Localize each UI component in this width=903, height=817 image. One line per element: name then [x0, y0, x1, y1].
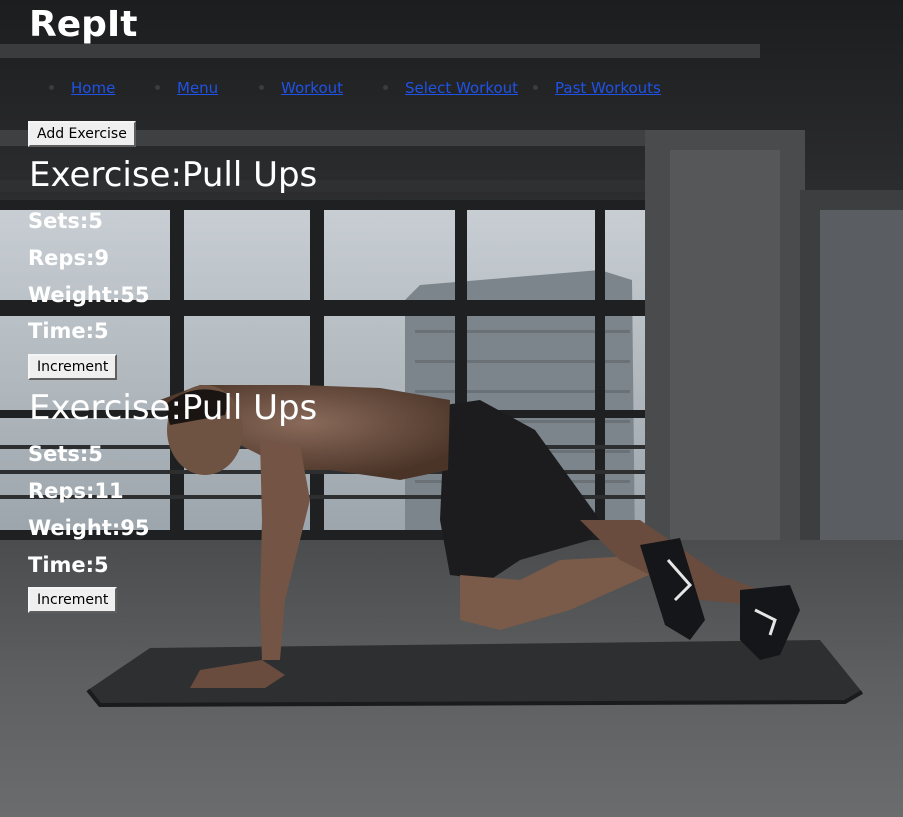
- nav-link-home[interactable]: Home: [71, 79, 115, 97]
- bullet-icon: [533, 85, 538, 90]
- nav-link-past-workouts[interactable]: Past Workouts: [555, 79, 661, 97]
- nav-item-select-workout: Select Workout: [383, 76, 518, 100]
- exercise-sets: Sets:5: [28, 209, 103, 233]
- exercise-weight: Weight:55: [28, 283, 150, 307]
- nav-link-select-workout[interactable]: Select Workout: [405, 79, 518, 97]
- page-content: RepIt Home Menu Workout Select Workout P…: [0, 0, 903, 817]
- nav-item-past-workouts: Past Workouts: [533, 76, 661, 100]
- bullet-icon: [49, 85, 54, 90]
- nav-item-home: Home: [49, 76, 115, 100]
- exercise-reps: Reps:9: [28, 246, 109, 270]
- exercise-weight: Weight:95: [28, 516, 150, 540]
- bullet-icon: [259, 85, 264, 90]
- main-nav: Home Menu Workout Select Workout Past Wo…: [0, 76, 903, 100]
- add-exercise-button[interactable]: Add Exercise: [28, 121, 136, 147]
- exercise-reps: Reps:11: [28, 479, 124, 503]
- exercise-time: Time:5: [28, 553, 109, 577]
- nav-item-menu: Menu: [155, 76, 218, 100]
- increment-button[interactable]: Increment: [28, 354, 118, 380]
- increment-button[interactable]: Increment: [28, 587, 118, 613]
- nav-link-menu[interactable]: Menu: [177, 79, 218, 97]
- nav-link-workout[interactable]: Workout: [281, 79, 343, 97]
- exercise-title: Exercise:Pull Ups: [29, 388, 318, 428]
- exercise-title: Exercise:Pull Ups: [29, 155, 318, 195]
- exercise-sets: Sets:5: [28, 442, 103, 466]
- bullet-icon: [155, 85, 160, 90]
- exercise-time: Time:5: [28, 319, 109, 343]
- nav-item-workout: Workout: [259, 76, 343, 100]
- bullet-icon: [383, 85, 388, 90]
- app-title: RepIt: [29, 4, 138, 45]
